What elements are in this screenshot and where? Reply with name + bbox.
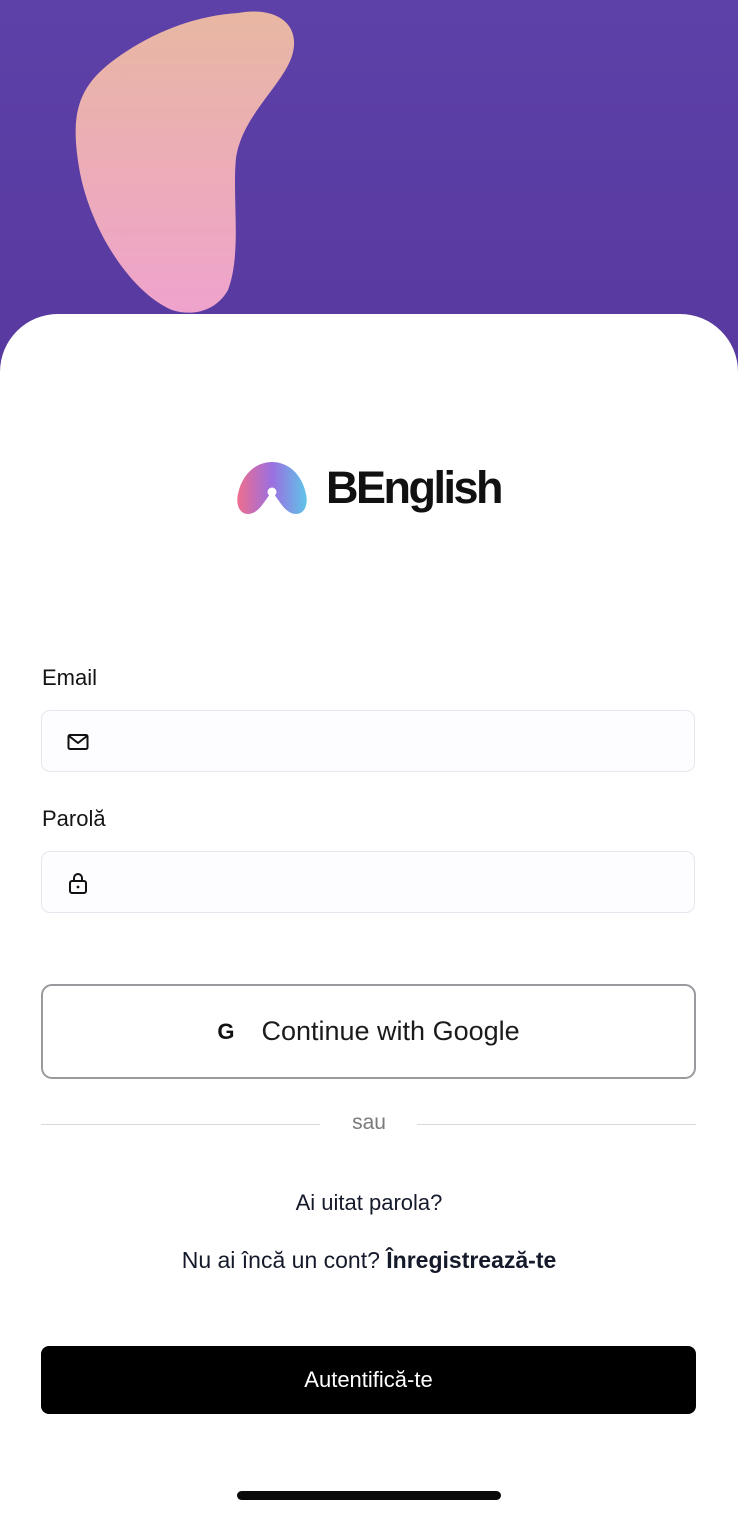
login-button[interactable]: Autentifică-te — [41, 1346, 696, 1414]
password-input[interactable] — [106, 862, 680, 904]
google-button-label: Continue with Google — [261, 1016, 520, 1046]
divider-right — [417, 1124, 696, 1125]
divider-text: sau — [352, 1111, 386, 1134]
password-field[interactable] — [41, 851, 695, 913]
brand-name: BEnglish — [326, 462, 504, 513]
app-logo: BEnglish — [236, 458, 504, 518]
home-indicator — [237, 1491, 501, 1500]
lock-icon — [69, 873, 87, 894]
register-prompt: Nu ai încă un cont? — [181, 1247, 380, 1273]
register-link[interactable]: Înregistrează-te — [386, 1247, 556, 1273]
forgot-password-link[interactable]: Ai uitat parola? — [0, 1190, 738, 1216]
decorative-blob — [75, 11, 295, 313]
email-label: Email — [42, 665, 98, 690]
login-button-label: Autentifică-te — [304, 1367, 433, 1392]
google-icon: G — [217, 1018, 235, 1044]
register-line: Nu ai încă un cont? Înregistrează-te — [0, 1247, 738, 1274]
google-signin-button[interactable]: G Continue with Google — [41, 984, 696, 1079]
password-label: Parolă — [42, 806, 106, 831]
email-input[interactable] — [106, 721, 680, 763]
mail-icon — [67, 734, 89, 750]
email-field[interactable] — [41, 710, 695, 772]
benglish-logo-icon — [237, 462, 307, 514]
